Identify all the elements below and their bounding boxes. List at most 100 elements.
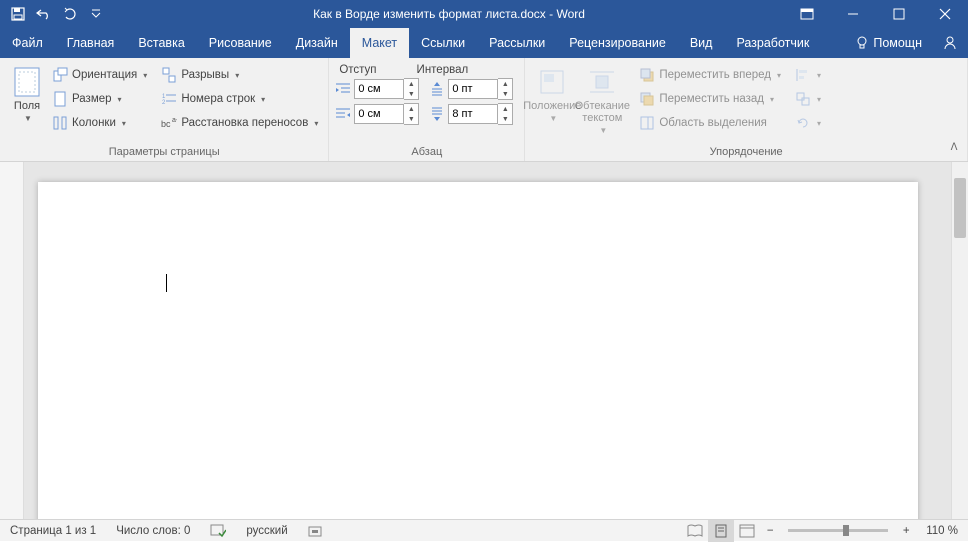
selection-pane-button[interactable]: Область выделения (635, 112, 785, 134)
breaks-icon (161, 67, 177, 83)
hyphenation-button[interactable]: bca-Расстановка переносов▾ (157, 112, 322, 134)
svg-text:bc: bc (161, 119, 171, 129)
zoom-out-button[interactable]: − (760, 525, 780, 537)
orientation-icon (52, 67, 68, 83)
bring-forward-button[interactable]: Переместить вперед▾ (635, 64, 785, 86)
wrap-text-button[interactable]: Обтекание текстом▼ (573, 62, 631, 144)
save-button[interactable] (6, 2, 30, 26)
quick-access-toolbar (0, 2, 114, 26)
indent-left-icon (335, 81, 351, 97)
qat-customize-button[interactable] (84, 2, 108, 26)
zoom-level[interactable]: 110 % (916, 525, 968, 537)
share-button[interactable] (932, 28, 968, 58)
tab-layout[interactable]: Макет (350, 28, 409, 58)
svg-text:2: 2 (162, 100, 166, 106)
print-layout-button[interactable] (708, 520, 734, 542)
group-arrange: Положение▼ Обтекание текстом▼ Переместит… (525, 58, 968, 161)
tab-file[interactable]: Файл (0, 28, 55, 58)
statusbar: Страница 1 из 1 Число слов: 0 русский − … (0, 519, 968, 541)
read-mode-button[interactable] (682, 520, 708, 542)
zoom-in-button[interactable]: + (896, 525, 916, 537)
page-number-status[interactable]: Страница 1 из 1 (0, 525, 106, 537)
tab-insert[interactable]: Вставка (126, 28, 196, 58)
zoom-slider[interactable] (788, 529, 888, 532)
group-icon (795, 91, 811, 107)
orientation-button[interactable]: Ориентация▾ (48, 64, 151, 86)
send-backward-button[interactable]: Переместить назад▾ (635, 88, 785, 110)
line-numbers-icon: 12 (161, 91, 177, 107)
tab-review[interactable]: Рецензирование (557, 28, 678, 58)
ribbon: Поля ▼ Ориентация▾ Размер▾ Колонки▾ Разр… (0, 58, 968, 162)
maximize-button[interactable] (876, 0, 922, 28)
language-status[interactable]: русский (236, 525, 297, 537)
window-controls (784, 0, 968, 28)
align-icon (795, 67, 811, 83)
minimize-button[interactable] (830, 0, 876, 28)
tab-draw[interactable]: Рисование (197, 28, 284, 58)
position-button[interactable]: Положение▼ (531, 62, 573, 144)
tell-me-label: Помощн (873, 36, 922, 50)
group-label-arrange: Упорядочение (531, 144, 961, 161)
spacing-after-spinner[interactable]: ▲▼ (429, 103, 513, 125)
undo-button[interactable] (32, 2, 56, 26)
send-backward-icon (639, 91, 655, 107)
ribbon-display-button[interactable] (784, 0, 830, 28)
line-numbers-button[interactable]: 12Номера строк▾ (157, 88, 322, 110)
spacing-before-spinner[interactable]: ▲▼ (429, 78, 513, 100)
hyphenation-icon: bca- (161, 115, 177, 131)
indent-right-input[interactable] (354, 104, 404, 124)
lightbulb-icon (855, 36, 869, 50)
text-cursor (166, 274, 167, 292)
indent-header: Отступ (339, 64, 376, 76)
group-label-page-setup: Параметры страницы (6, 144, 322, 161)
page-size-icon (52, 91, 68, 107)
spacing-before-input[interactable] (448, 79, 498, 99)
tab-mailings[interactable]: Рассылки (477, 28, 557, 58)
columns-icon (52, 115, 68, 131)
scrollbar-thumb[interactable] (954, 178, 966, 238)
tell-me-button[interactable]: Помощн (845, 28, 932, 58)
tab-references[interactable]: Ссылки (409, 28, 477, 58)
indent-right-spinner[interactable]: ▲▼ (335, 103, 419, 125)
tab-developer[interactable]: Разработчик (724, 28, 821, 58)
align-button[interactable]: ▾ (791, 64, 825, 86)
collapse-ribbon-button[interactable]: ᐱ (946, 139, 962, 155)
rotate-icon (795, 115, 811, 131)
tab-home[interactable]: Главная (55, 28, 127, 58)
vertical-scrollbar[interactable] (951, 162, 968, 519)
indent-left-spinner[interactable]: ▲▼ (335, 78, 419, 100)
document-scroll[interactable] (24, 162, 951, 519)
group-paragraph: Отступ Интервал ▲▼ ▲▼ (329, 58, 525, 161)
breaks-button[interactable]: Разрывы▾ (157, 64, 322, 86)
indent-right-icon (335, 106, 351, 122)
tab-view[interactable]: Вид (678, 28, 725, 58)
redo-button[interactable] (58, 2, 82, 26)
close-button[interactable] (922, 0, 968, 28)
macro-status[interactable] (298, 524, 332, 538)
spellcheck-status[interactable] (200, 524, 236, 538)
word-count-status[interactable]: Число слов: 0 (106, 525, 200, 537)
rotate-button[interactable]: ▾ (791, 112, 825, 134)
columns-button[interactable]: Колонки▾ (48, 112, 151, 134)
web-layout-button[interactable] (734, 520, 760, 542)
margins-button[interactable]: Поля ▼ (6, 62, 48, 144)
document-page[interactable] (38, 182, 918, 519)
indent-left-input[interactable] (354, 79, 404, 99)
group-page-setup: Поля ▼ Ориентация▾ Размер▾ Колонки▾ Разр… (0, 58, 329, 161)
spacing-after-input[interactable] (448, 104, 498, 124)
spellcheck-icon (210, 524, 226, 538)
group-objects-button[interactable]: ▾ (791, 88, 825, 110)
vertical-ruler[interactable] (0, 162, 24, 519)
group-label-paragraph: Абзац (335, 144, 518, 161)
titlebar: Как в Ворде изменить формат листа.docx -… (0, 0, 968, 28)
tab-design[interactable]: Дизайн (284, 28, 350, 58)
margins-icon (11, 66, 43, 98)
document-area (0, 162, 968, 519)
window-title: Как в Ворде изменить формат листа.docx -… (114, 7, 784, 21)
margins-label: Поля (14, 100, 40, 112)
macro-icon (308, 524, 322, 538)
size-button[interactable]: Размер▾ (48, 88, 151, 110)
spacing-before-icon (429, 81, 445, 97)
chevron-down-icon: ▼ (24, 114, 32, 123)
spacing-header: Интервал (417, 64, 469, 76)
